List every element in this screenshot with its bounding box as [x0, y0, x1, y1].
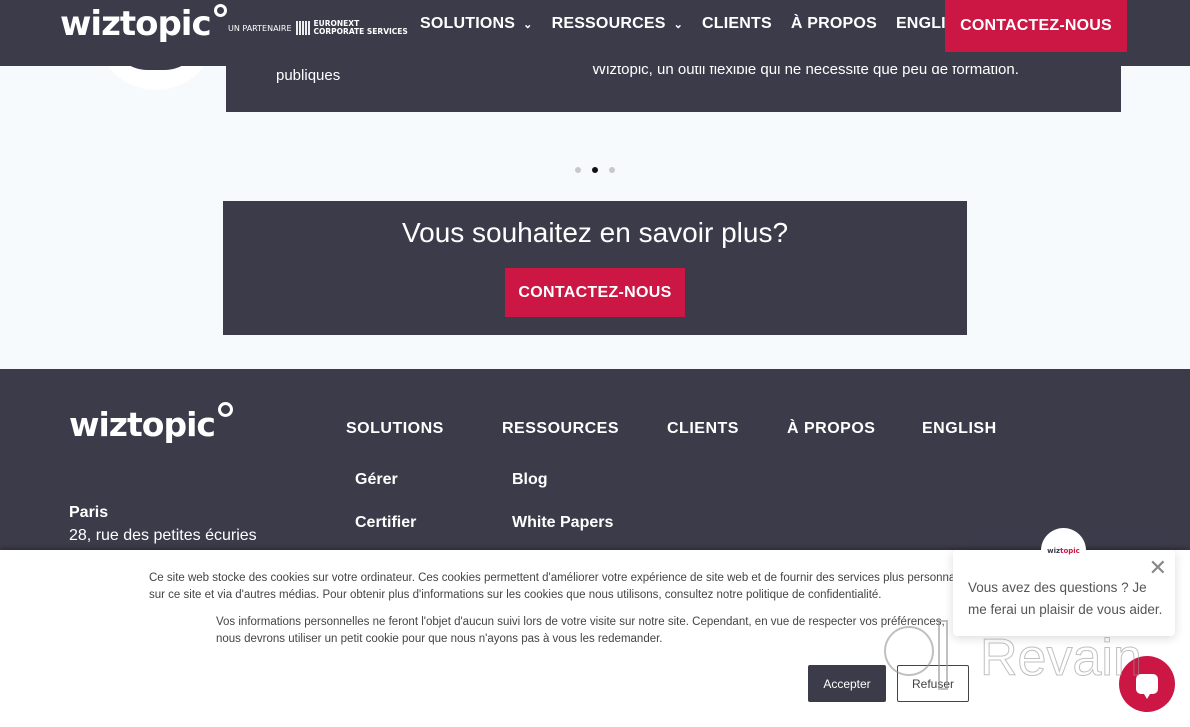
nav-label: CLIENTS	[702, 15, 772, 32]
carousel-dots	[575, 167, 615, 173]
euronext-icon	[295, 21, 310, 35]
footer-link-white-papers[interactable]: White Papers	[512, 514, 613, 532]
nav-solutions[interactable]: SOLUTIONS ⌄	[420, 15, 533, 33]
carousel-dot-3[interactable]	[609, 167, 615, 173]
footer-address: 28, rue des petites écuries	[69, 527, 257, 544]
footer-link-gerer[interactable]: Gérer	[355, 471, 398, 489]
cookie-text-2-line2: nous devrons utiliser un petit cookie po…	[216, 633, 663, 645]
partner-line2: CORPORATE SERVICES	[313, 27, 408, 36]
avatar-text-1: wiz	[1047, 546, 1061, 555]
avatar-text-2: topic	[1060, 546, 1080, 555]
footer-logo[interactable]: wiztopic	[69, 402, 233, 444]
cta-section: Vous souhaitez en savoir plus? CONTACTEZ…	[223, 201, 967, 335]
slide-left-text: publiques	[276, 67, 341, 84]
refuse-cookies-button[interactable]: Refuser	[897, 665, 969, 702]
logo-circle-icon	[213, 4, 227, 17]
wiztopic-logo[interactable]: wiztopic	[60, 4, 227, 44]
chat-message: Vous avez des questions ? Je me ferai un…	[968, 580, 1163, 617]
chat-avatar: wiz topic	[1041, 528, 1086, 573]
footer-heading-ressources[interactable]: RESSOURCES	[502, 420, 619, 438]
footer-heading-english[interactable]: ENGLISH	[922, 420, 997, 438]
cookie-text-1: Ce site web stocke des cookies sur votre…	[149, 570, 969, 604]
header-contact-button[interactable]: CONTACTEZ-NOUS	[945, 0, 1127, 52]
footer-heading-clients[interactable]: CLIENTS	[667, 420, 739, 438]
chevron-down-icon: ⌄	[523, 18, 533, 31]
site-header: wiztopic UN PARTENAIRE EURONEXT CORPORAT…	[0, 0, 1190, 66]
partner-badge: UN PARTENAIRE EURONEXT CORPORATE SERVICE…	[228, 20, 408, 36]
carousel-dot-2-active[interactable]	[592, 167, 598, 173]
logo-circle-icon	[217, 402, 233, 417]
footer-logo-text: wiztopic	[69, 405, 216, 444]
footer-city: Paris	[69, 504, 109, 521]
cta-title: Vous souhaitez en savoir plus?	[401, 217, 789, 248]
cookie-text-2-line1: Vos informations personnelles ne feront …	[216, 616, 945, 628]
cookie-text-2: Vos informations personnelles ne feront …	[216, 614, 956, 648]
nav-label: RESSOURCES	[551, 15, 666, 32]
main-nav: SOLUTIONS ⌄ RESSOURCES ⌄ CLIENTS À PROPO…	[420, 0, 987, 48]
chevron-down-icon: ⌄	[673, 18, 684, 31]
accept-cookies-button[interactable]: Accepter	[808, 665, 886, 702]
nav-label: À PROPOS	[790, 15, 877, 32]
footer-link-blog[interactable]: Blog	[512, 471, 548, 489]
footer-heading-a-propos[interactable]: À PROPOS	[787, 420, 875, 438]
logo-text: wiztopic	[60, 4, 212, 44]
cookie-text-1-line1: Ce site web stocke des cookies sur votre…	[149, 572, 969, 584]
partner-name: EURONEXT CORPORATE SERVICES	[314, 20, 408, 36]
cta-contact-button[interactable]: CONTACTEZ-NOUS	[505, 268, 685, 317]
footer-heading-solutions[interactable]: SOLUTIONS	[346, 420, 444, 438]
nav-label: SOLUTIONS	[420, 15, 516, 32]
chat-launcher-button[interactable]	[1119, 656, 1175, 712]
cookie-text-1-line2: sur ce site et via d'autres médias. Pour…	[149, 589, 882, 601]
partner-prefix: UN PARTENAIRE	[228, 23, 292, 33]
carousel-dot-1[interactable]	[575, 167, 581, 173]
chat-bubble-icon	[1136, 674, 1158, 699]
footer-link-certifier[interactable]: Certifier	[355, 514, 416, 532]
nav-ressources[interactable]: RESSOURCES ⌄	[552, 15, 683, 33]
nav-a-propos[interactable]: À PROPOS	[791, 15, 877, 33]
nav-clients[interactable]: CLIENTS	[702, 15, 772, 33]
